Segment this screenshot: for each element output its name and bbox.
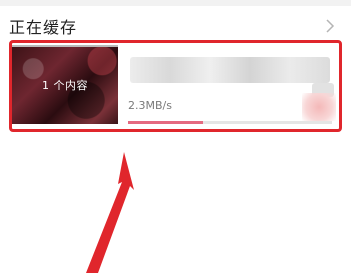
annotation-arrow: [86, 152, 134, 273]
